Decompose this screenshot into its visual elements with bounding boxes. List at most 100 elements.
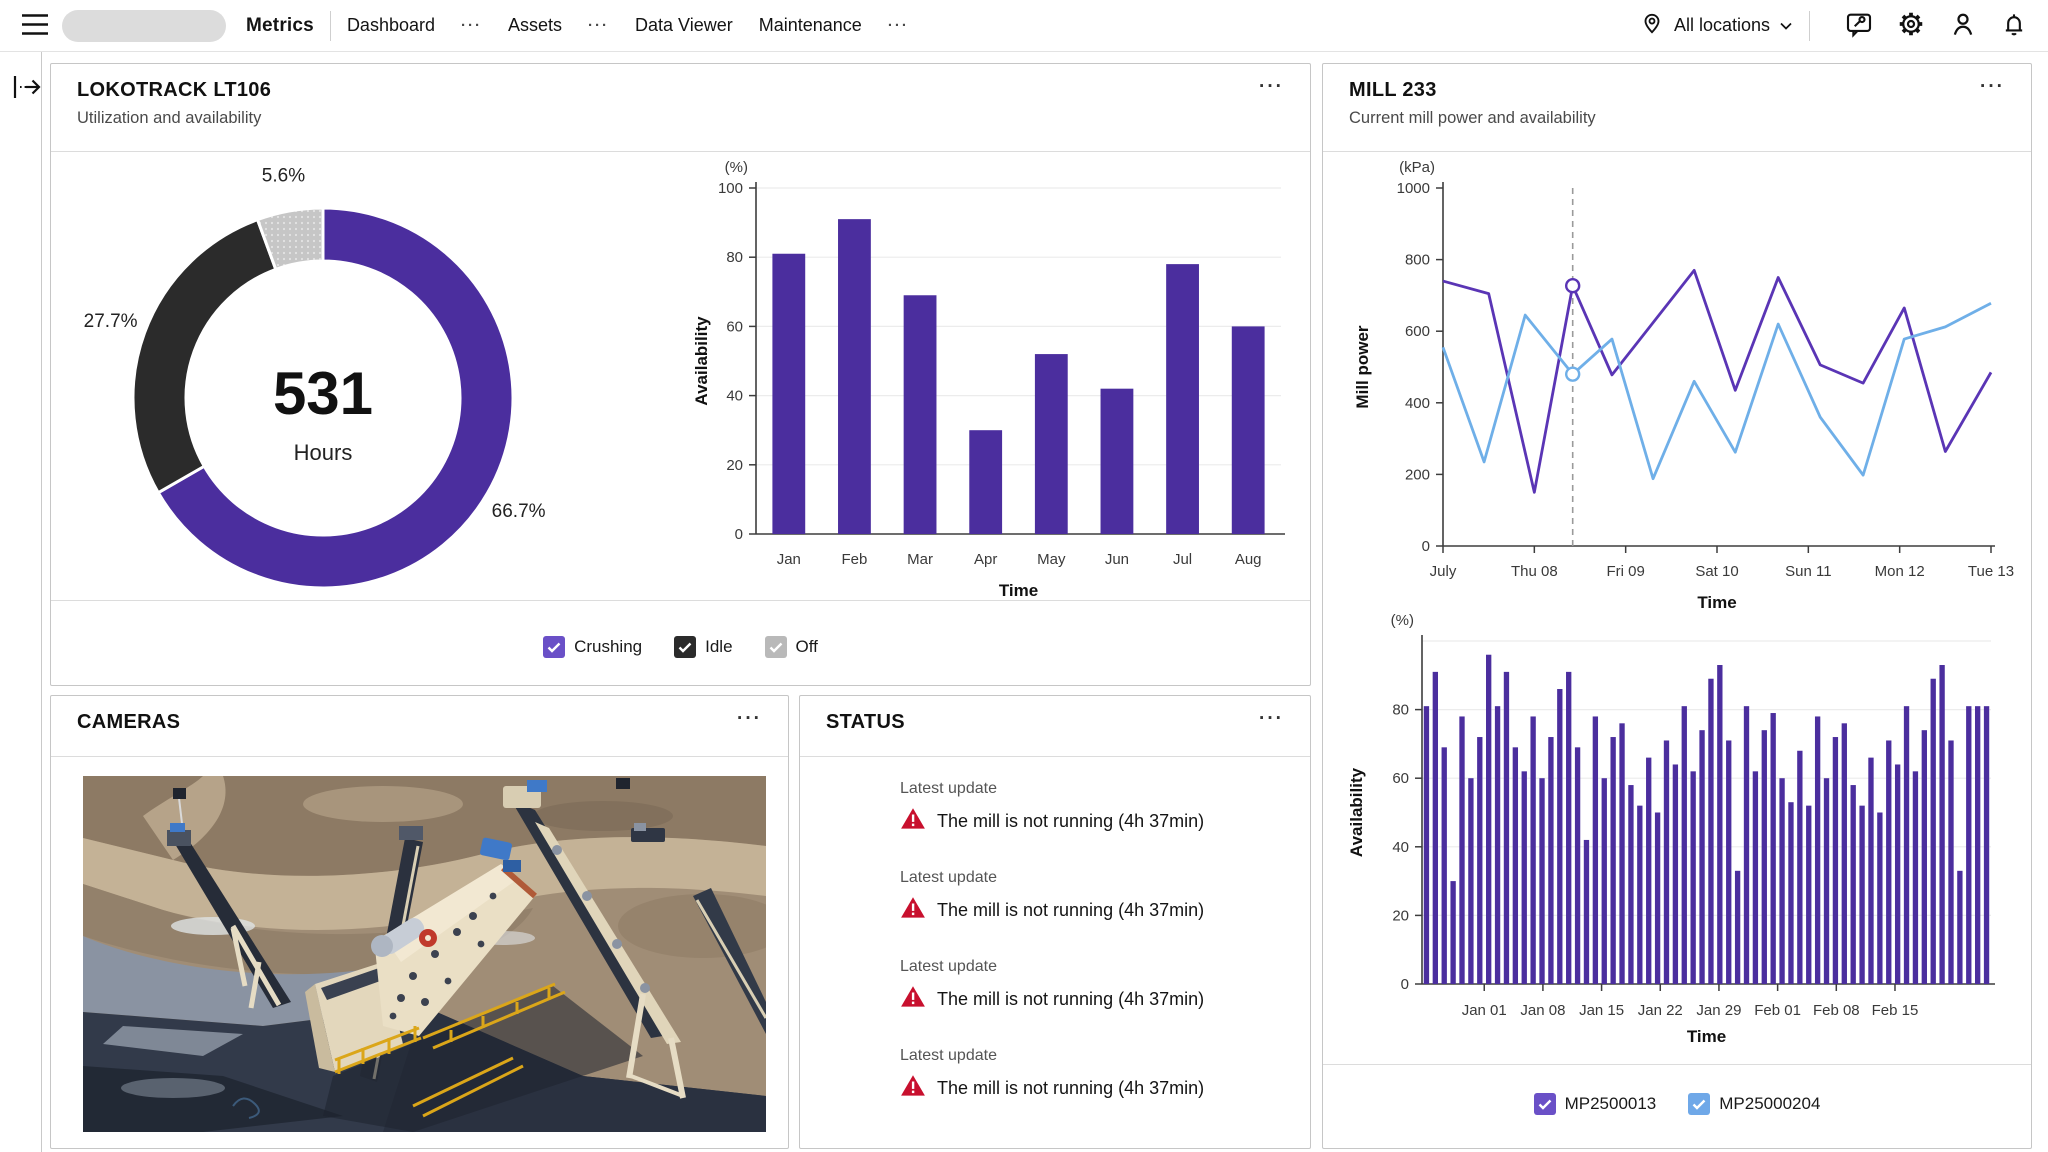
divider [51,600,1310,601]
feedback-icon [1844,9,1874,42]
status-item-label: Latest update [900,869,1310,887]
svg-text:May: May [1037,551,1066,568]
svg-text:Jan 01: Jan 01 [1462,1002,1507,1019]
location-pin-icon [1639,10,1665,41]
svg-text:Feb: Feb [842,551,868,568]
nav-divider [330,11,331,41]
checkbox-checked-icon[interactable] [1688,1093,1710,1115]
hamburger-icon [20,13,50,39]
settings-gear-icon [1896,9,1926,42]
svg-text:Tue 13: Tue 13 [1968,563,2014,580]
location-selector[interactable]: All locations [1639,10,1793,41]
svg-text:100: 100 [718,180,743,197]
divider [51,756,788,757]
card-cameras: CAMERAS ··· [50,695,789,1149]
svg-text:Mar: Mar [907,551,933,568]
card-title: CAMERAS [77,711,762,734]
feedback-button[interactable] [1840,5,1878,46]
svg-text:20: 20 [1392,907,1409,924]
svg-text:Hours: Hours [294,440,353,465]
card-menu-button[interactable]: ··· [1259,76,1284,98]
nav-right: All locations [1639,5,2032,46]
checkbox-checked-icon[interactable] [765,636,787,658]
svg-text:400: 400 [1405,395,1430,412]
notifications-bell-icon [2000,10,2028,41]
camera-feed-image [83,776,766,1132]
card-cameras-header: CAMERAS ··· [51,696,788,734]
svg-text:Jan 29: Jan 29 [1696,1002,1741,1019]
card-menu-button[interactable]: ··· [1259,708,1284,730]
card-subtitle: Current mill power and availability [1349,109,2005,128]
divider [51,151,1310,152]
svg-text:Jan 22: Jan 22 [1638,1002,1683,1019]
svg-text:27.7%: 27.7% [84,311,138,332]
svg-text:Mill power: Mill power [1353,325,1372,409]
status-item-label: Latest update [900,780,1310,798]
lokotrack-legend-item-crushing[interactable]: Crushing [543,636,642,658]
nav-item-dashboard[interactable]: Dashboard [347,15,435,36]
hamburger-menu-button[interactable] [16,9,54,43]
notifications-button[interactable] [1996,6,2032,45]
nav-overflow-button[interactable]: ··· [461,17,482,34]
nav-item-data-viewer[interactable]: Data Viewer [635,15,733,36]
checkbox-checked-icon[interactable] [1534,1093,1556,1115]
status-item-message-row: The mill is not running (4h 37min) [900,985,1310,1013]
account-button[interactable] [1944,5,1982,46]
status-item-label: Latest update [900,958,1310,976]
card-subtitle: Utilization and availability [77,109,1284,128]
warning-triangle-icon [900,985,926,1013]
nav-items: Dashboard ··· Assets ··· Data Viewer Maintena… [347,15,909,36]
svg-text:Feb 08: Feb 08 [1813,1002,1860,1019]
svg-text:Feb 15: Feb 15 [1872,1002,1919,1019]
lokotrack-legend-item-off[interactable]: Off [765,636,818,658]
nav-overflow-button[interactable]: ··· [588,17,609,34]
svg-text:80: 80 [726,249,743,266]
status-item-message-row: The mill is not running (4h 37min) [900,1074,1310,1102]
mill-power-line-chart: 02004006008001000(kPa)JulyThu 08Fri 09Sa… [1338,156,2023,661]
divider [1323,151,2031,152]
nav-overflow-button[interactable]: ··· [888,17,909,34]
svg-text:80: 80 [1392,702,1409,719]
nav-item-assets[interactable]: Assets [508,15,562,36]
settings-button[interactable] [1892,5,1930,46]
lokotrack-legend-item-idle[interactable]: Idle [674,636,732,658]
svg-text:Jan 15: Jan 15 [1579,1002,1624,1019]
nav-item-maintenance[interactable]: Maintenance [759,15,862,36]
mill-legend: MP2500013 MP25000204 [1323,1074,2031,1134]
card-lokotrack-header: LOKOTRACK LT106 Utilization and availabi… [51,64,1310,128]
svg-text:Jun: Jun [1105,551,1129,568]
card-menu-button[interactable]: ··· [1980,76,2005,98]
account-icon [1948,9,1978,42]
svg-text:40: 40 [1392,839,1409,856]
svg-text:Sat 10: Sat 10 [1695,563,1738,580]
svg-text:(%): (%) [1391,612,1414,629]
card-lokotrack: LOKOTRACK LT106 Utilization and availabi… [50,63,1311,686]
mill-legend-item-mp25000204[interactable]: MP25000204 [1688,1093,1820,1115]
expand-panel-button[interactable] [9,72,43,107]
status-item: Latest updateThe mill is not running (4h… [900,780,1310,835]
svg-text:200: 200 [1405,466,1430,483]
svg-text:0: 0 [735,526,743,543]
checkbox-checked-icon[interactable] [674,636,696,658]
divider [800,756,1310,757]
svg-text:531: 531 [273,360,373,427]
svg-text:20: 20 [726,457,743,474]
left-panel-divider [41,52,42,1152]
svg-text:Availability: Availability [1347,767,1366,857]
card-menu-button[interactable]: ··· [737,708,762,730]
card-mill-header: MILL 233 Current mill power and availabi… [1323,64,2031,128]
svg-text:40: 40 [726,388,743,405]
svg-text:800: 800 [1405,252,1430,269]
mill-legend-item-mp2500013[interactable]: MP2500013 [1534,1093,1657,1115]
checkbox-checked-icon[interactable] [543,636,565,658]
expand-panel-icon [9,89,43,106]
svg-text:Jan: Jan [777,551,801,568]
svg-text:Sun 11: Sun 11 [1785,563,1831,580]
card-mill: MILL 233 Current mill power and availabi… [1322,63,2032,1149]
card-status: STATUS ··· Latest updateThe mill is not … [799,695,1311,1149]
warning-triangle-icon [900,896,926,924]
svg-text:Time: Time [999,581,1038,600]
card-title: LOKOTRACK LT106 [77,79,1284,102]
card-title: STATUS [826,711,1284,734]
svg-text:5.6%: 5.6% [262,165,305,186]
